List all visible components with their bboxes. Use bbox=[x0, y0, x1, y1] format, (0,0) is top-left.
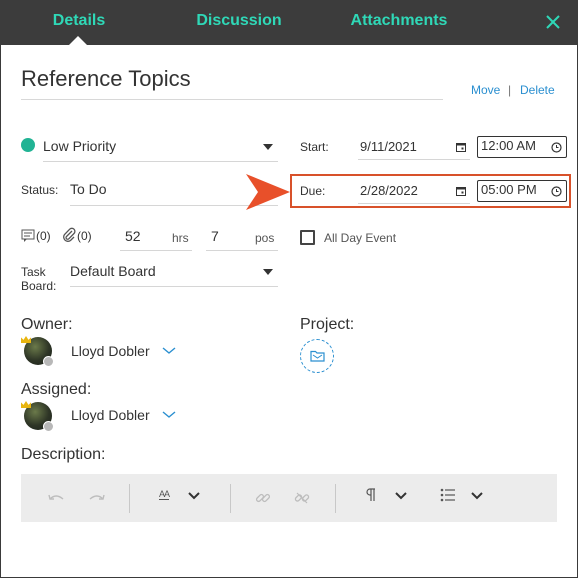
priority-select[interactable]: Low Priority bbox=[43, 134, 278, 162]
clock-icon[interactable] bbox=[551, 186, 562, 197]
add-project-button[interactable] bbox=[300, 339, 334, 373]
start-date-value: 9/11/2021 bbox=[360, 139, 417, 154]
assigned-label: Assigned: bbox=[21, 381, 92, 398]
status-label: Status: bbox=[21, 183, 59, 197]
font-size-icon[interactable]: AA bbox=[159, 489, 170, 500]
owner-name[interactable]: Lloyd Dobler bbox=[71, 343, 150, 359]
points-input[interactable]: 7 pos bbox=[206, 225, 278, 251]
task-board-label-line1: Task bbox=[21, 265, 46, 279]
notes-icon[interactable] bbox=[21, 229, 36, 242]
editor-toolbar: AA bbox=[21, 474, 557, 522]
chevron-down-icon[interactable] bbox=[188, 492, 200, 500]
chevron-down-icon[interactable] bbox=[162, 347, 176, 355]
attachments-count: (0) bbox=[77, 229, 92, 243]
toolbar-divider bbox=[335, 484, 336, 513]
active-tab-indicator bbox=[69, 36, 87, 45]
tab-attachments[interactable]: Attachments bbox=[343, 0, 455, 45]
redo-icon[interactable] bbox=[88, 492, 106, 504]
chevron-down-icon[interactable] bbox=[395, 492, 407, 500]
tab-discussion[interactable]: Discussion bbox=[190, 0, 288, 45]
start-time-input[interactable]: 12:00 AM bbox=[477, 136, 567, 158]
all-day-checkbox[interactable] bbox=[300, 230, 315, 245]
owner-label: Owner: bbox=[21, 316, 73, 333]
assigned-name[interactable]: Lloyd Dobler bbox=[71, 407, 150, 423]
chevron-down-icon[interactable] bbox=[471, 492, 483, 500]
hours-input[interactable]: 52 hrs bbox=[120, 225, 192, 251]
chevron-down-icon bbox=[263, 269, 273, 275]
clock-icon[interactable] bbox=[551, 142, 562, 153]
due-date-input[interactable]: 2/28/2022 bbox=[358, 179, 470, 204]
all-day-label: All Day Event bbox=[324, 231, 397, 245]
points-unit: pos bbox=[255, 231, 275, 245]
link-icon[interactable] bbox=[255, 490, 271, 506]
hours-value: 52 bbox=[125, 228, 141, 244]
description-label: Description: bbox=[21, 446, 106, 463]
toolbar-divider bbox=[129, 484, 130, 513]
chevron-down-icon[interactable] bbox=[162, 411, 176, 419]
points-value: 7 bbox=[211, 228, 219, 244]
presence-dot bbox=[43, 421, 54, 432]
due-date-value: 2/28/2022 bbox=[360, 183, 418, 198]
chevron-down-icon bbox=[263, 144, 273, 150]
delete-link[interactable]: Delete bbox=[520, 83, 555, 97]
status-value: To Do bbox=[70, 181, 107, 197]
pointer-arrow-icon bbox=[246, 174, 290, 210]
due-time-input[interactable]: 05:00 PM bbox=[477, 180, 567, 202]
dialog-header: Details Discussion Attachments bbox=[0, 0, 578, 45]
list-icon[interactable] bbox=[440, 488, 456, 502]
start-label: Start: bbox=[300, 140, 329, 154]
priority-color-dot bbox=[21, 138, 35, 152]
task-board-label-line2: Board: bbox=[21, 279, 57, 293]
hours-unit: hrs bbox=[172, 231, 189, 245]
priority-value: Low Priority bbox=[43, 138, 117, 154]
unlink-icon[interactable] bbox=[294, 490, 310, 506]
notes-count: (0) bbox=[36, 229, 51, 243]
undo-icon[interactable] bbox=[47, 492, 65, 504]
paragraph-icon[interactable] bbox=[365, 488, 376, 502]
presence-dot bbox=[43, 356, 54, 367]
task-title-input[interactable]: Reference Topics bbox=[21, 66, 443, 100]
project-label: Project: bbox=[300, 316, 355, 333]
action-separator: | bbox=[508, 83, 512, 97]
start-date-input[interactable]: 9/11/2021 bbox=[358, 135, 470, 160]
close-icon[interactable] bbox=[543, 12, 563, 32]
task-board-label: Task Board: bbox=[21, 265, 56, 293]
task-board-select[interactable]: Default Board bbox=[70, 259, 278, 287]
paperclip-icon[interactable] bbox=[62, 227, 76, 242]
due-time-value: 05:00 PM bbox=[481, 182, 537, 197]
move-link[interactable]: Move bbox=[471, 83, 500, 97]
start-time-value: 12:00 AM bbox=[481, 138, 536, 153]
toolbar-divider bbox=[230, 484, 231, 513]
calendar-icon[interactable] bbox=[456, 142, 466, 152]
due-label: Due: bbox=[300, 184, 326, 198]
calendar-icon[interactable] bbox=[456, 186, 466, 196]
task-board-value: Default Board bbox=[70, 263, 156, 279]
folder-icon bbox=[310, 350, 325, 362]
